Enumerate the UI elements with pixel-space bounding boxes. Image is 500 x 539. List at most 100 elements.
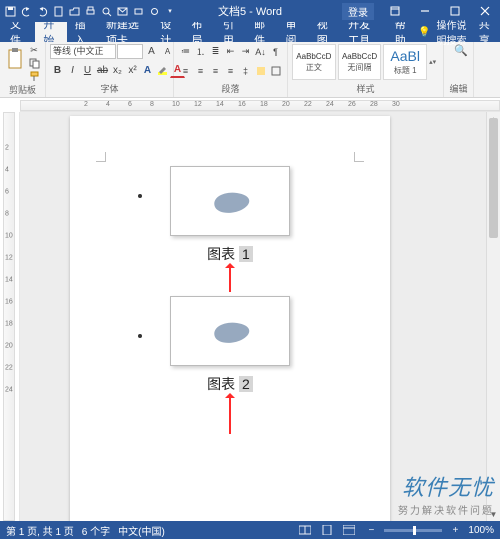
scroll-down-icon[interactable]: ▼ (487, 507, 500, 521)
align-center-icon[interactable]: ≡ (193, 63, 208, 78)
ruler-mark: 8 (5, 211, 9, 218)
quickprint-icon[interactable] (131, 4, 145, 18)
numbering-icon[interactable]: ⒈ (193, 44, 208, 59)
group-label: 剪贴板 (4, 83, 41, 97)
print-layout-icon[interactable] (318, 523, 336, 537)
list-bullet-icon (138, 194, 142, 198)
tab-developer[interactable]: 开发工具 (340, 22, 387, 42)
show-marks-icon[interactable]: ¶ (268, 44, 283, 59)
ribbon-tabs: 文件 开始 插入 新建选项卡 设计 布局 引用 邮件 审阅 视图 开发工具 帮助… (0, 22, 500, 42)
style-nospacing[interactable]: AaBbCcD 无间隔 (338, 44, 382, 80)
preview-icon[interactable] (99, 4, 113, 18)
print-icon[interactable] (83, 4, 97, 18)
tab-insert[interactable]: 插入 (67, 22, 98, 42)
styles-more-icon[interactable]: ▴▾ (429, 44, 439, 80)
tab-review[interactable]: 审阅 (277, 22, 308, 42)
style-heading1[interactable]: AaBl 标题 1 (383, 44, 427, 80)
underline-button[interactable]: U (80, 63, 95, 78)
decrease-indent-icon[interactable]: ⇤ (223, 44, 238, 59)
text-effects-icon[interactable]: A (140, 63, 155, 78)
annotation-arrow-icon (229, 394, 231, 434)
superscript-button[interactable]: x² (125, 63, 140, 78)
caption-number-field[interactable]: 2 (239, 376, 253, 392)
tell-me-search[interactable]: 操作说明搜索 (436, 17, 472, 47)
page-indicator[interactable]: 第 1 页, 共 1 页 (6, 523, 74, 538)
touch-icon[interactable] (147, 4, 161, 18)
tab-file[interactable]: 文件 (0, 22, 35, 42)
ruler-mark: 22 (304, 101, 312, 108)
line-spacing-icon[interactable]: ‡ (238, 63, 253, 78)
bold-button[interactable]: B (50, 63, 65, 78)
group-label: 字体 (50, 82, 169, 96)
ruler-mark: 4 (5, 167, 9, 174)
scroll-thumb[interactable] (489, 118, 498, 238)
tab-references[interactable]: 引用 (215, 22, 246, 42)
signin-button[interactable]: 登录 (342, 3, 374, 20)
zoom-slider[interactable] (384, 529, 442, 532)
word-count[interactable]: 6 个字 (82, 523, 110, 538)
bullets-icon[interactable]: ≔ (178, 44, 193, 59)
font-size-combo[interactable] (117, 44, 143, 59)
copy-icon[interactable] (27, 57, 41, 70)
grow-font-icon[interactable]: A (144, 44, 159, 59)
cut-icon[interactable]: ✂ (27, 44, 41, 57)
ruler-mark: 18 (260, 101, 268, 108)
justify-icon[interactable]: ≡ (223, 63, 238, 78)
align-left-icon[interactable]: ≡ (178, 63, 193, 78)
read-mode-icon[interactable] (296, 523, 314, 537)
ribbon-options-icon[interactable] (380, 0, 410, 22)
ruler-mark: 8 (150, 101, 154, 108)
titlebar-right: 登录 (342, 0, 500, 22)
highlight-icon[interactable] (155, 63, 170, 78)
align-right-icon[interactable]: ≡ (208, 63, 223, 78)
tab-help[interactable]: 帮助 (387, 22, 418, 42)
email-icon[interactable] (115, 4, 129, 18)
font-name-combo[interactable]: 等线 (中文正 (50, 44, 116, 59)
figure-2[interactable] (170, 296, 290, 366)
tab-design[interactable]: 设计 (152, 22, 183, 42)
ruler-mark: 10 (172, 101, 180, 108)
ruler-mark: 16 (5, 299, 13, 306)
margin-mark-icon (354, 152, 364, 162)
new-icon[interactable] (51, 4, 65, 18)
shrink-font-icon[interactable]: A (160, 44, 175, 59)
strikethrough-button[interactable]: ab (95, 63, 110, 78)
format-painter-icon[interactable] (27, 70, 41, 83)
style-normal[interactable]: AaBbCcD 正文 (292, 44, 336, 80)
tab-layout[interactable]: 布局 (184, 22, 215, 42)
increase-indent-icon[interactable]: ⇥ (238, 44, 253, 59)
zoom-in-icon[interactable]: + (446, 523, 464, 537)
group-styles: AaBbCcD 正文 AaBbCcD 无间隔 AaBl 标题 1 ▴▾ 样式 (288, 42, 444, 97)
page[interactable]: 图表 1 图表 2 (70, 116, 390, 521)
qat-dropdown-icon[interactable]: ▾ (163, 4, 177, 18)
zoom-level[interactable]: 100% (468, 525, 494, 536)
sort-icon[interactable]: A↓ (253, 44, 268, 59)
vertical-ruler[interactable]: 2 4 6 8 10 12 14 16 18 20 22 24 (0, 112, 20, 521)
page-scroll[interactable]: 图表 1 图表 2 ▲ ▼ (20, 112, 500, 521)
horizontal-ruler[interactable]: 2 4 6 8 10 12 14 16 18 20 22 24 26 28 30 (20, 98, 500, 112)
figure-1[interactable] (170, 166, 290, 236)
web-layout-icon[interactable] (340, 523, 358, 537)
italic-button[interactable]: I (65, 63, 80, 78)
language-indicator[interactable]: 中文(中国) (118, 523, 165, 538)
tab-newtab[interactable]: 新建选项卡 (98, 22, 152, 42)
redo-icon[interactable] (35, 4, 49, 18)
vertical-scrollbar[interactable]: ▲ ▼ (486, 112, 500, 521)
tab-home[interactable]: 开始 (35, 22, 66, 42)
ruler-mark: 14 (216, 101, 224, 108)
save-icon[interactable] (3, 4, 17, 18)
undo-icon[interactable] (19, 4, 33, 18)
multilevel-icon[interactable]: ≣ (208, 44, 223, 59)
open-icon[interactable] (67, 4, 81, 18)
zoom-out-icon[interactable]: − (362, 523, 380, 537)
shading-icon[interactable] (253, 63, 268, 78)
tab-mailings[interactable]: 邮件 (246, 22, 277, 42)
ruler-mark: 22 (5, 365, 13, 372)
tab-view[interactable]: 视图 (309, 22, 340, 42)
style-name: 标题 1 (394, 65, 417, 76)
borders-icon[interactable] (268, 63, 283, 78)
close-button[interactable] (470, 0, 500, 22)
caption-number-field[interactable]: 1 (239, 246, 253, 262)
subscript-button[interactable]: x₂ (110, 63, 125, 78)
paste-button[interactable] (4, 44, 25, 74)
